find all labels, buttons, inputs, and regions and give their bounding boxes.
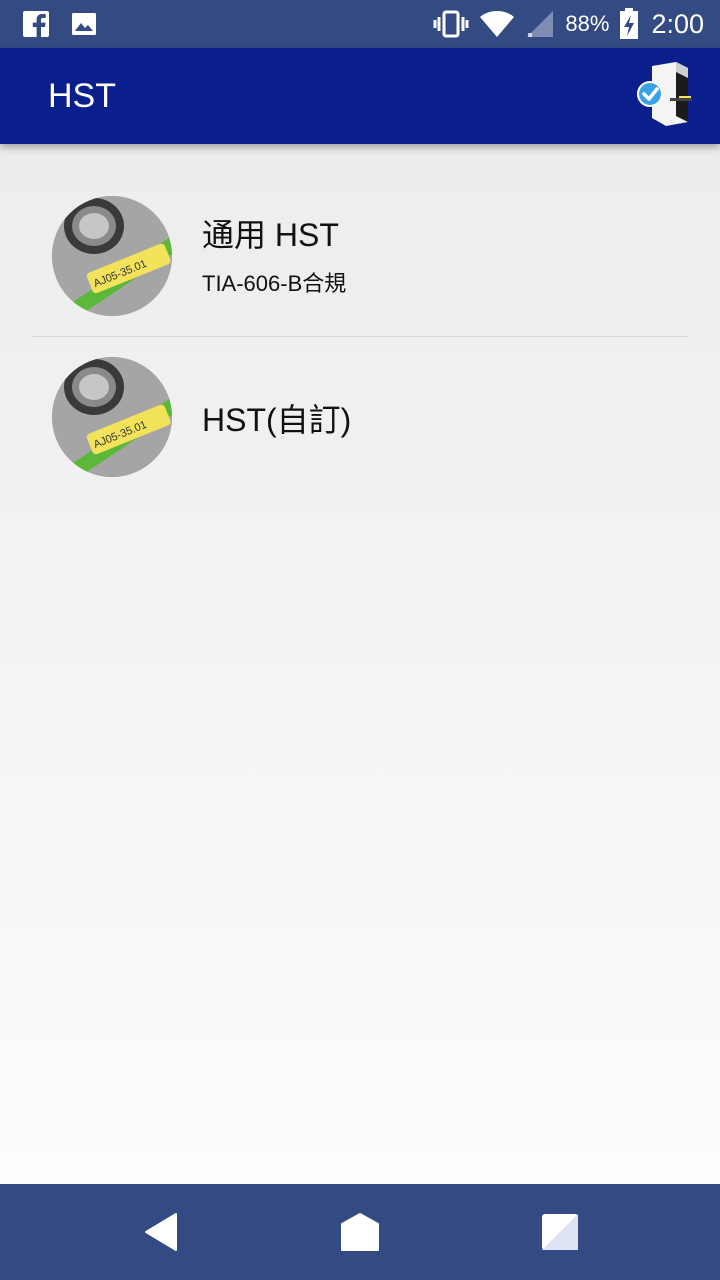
battery-charging-icon [620, 8, 639, 39]
back-button[interactable] [140, 1210, 184, 1254]
back-icon [145, 1213, 177, 1251]
cable-thumbnail: AJ05-35.01 [52, 196, 172, 316]
list-item-custom-hst[interactable]: AJ05-35.01 HST(自訂) [0, 337, 720, 497]
home-icon [341, 1213, 379, 1251]
item-title: HST(自訂) [202, 402, 352, 438]
recents-button[interactable] [538, 1210, 582, 1254]
list-item-generic-hst[interactable]: AJ05-35.01 通用 HST TIA-606-B合規 [0, 176, 720, 336]
cell-signal-icon [527, 11, 554, 37]
app-bar: HST [0, 48, 720, 144]
system-icons: 88% 2:00 [433, 0, 704, 48]
navigation-bar [0, 1184, 720, 1280]
home-button[interactable] [338, 1210, 382, 1254]
notification-icons [22, 10, 98, 38]
app-title: HST [48, 77, 116, 115]
vibrate-icon [433, 10, 469, 38]
printer-status-button[interactable] [630, 60, 700, 134]
item-subtitle: TIA-606-B合規 [202, 271, 347, 296]
cable-thumbnail: AJ05-35.01 [52, 357, 172, 477]
printer-connected-icon [637, 62, 692, 126]
recents-icon [542, 1214, 578, 1250]
item-title: 通用 HST [202, 217, 339, 253]
wifi-icon [480, 11, 515, 37]
clock: 2:00 [651, 8, 704, 39]
status-bar: 88% 2:00 [0, 0, 720, 48]
screen: 88% 2:00 HST AJ05-35.01 通用 HST TIA-606-B… [0, 0, 720, 1280]
facebook-icon [23, 11, 49, 38]
battery-percent: 88% [565, 11, 610, 36]
image-icon [72, 13, 96, 35]
